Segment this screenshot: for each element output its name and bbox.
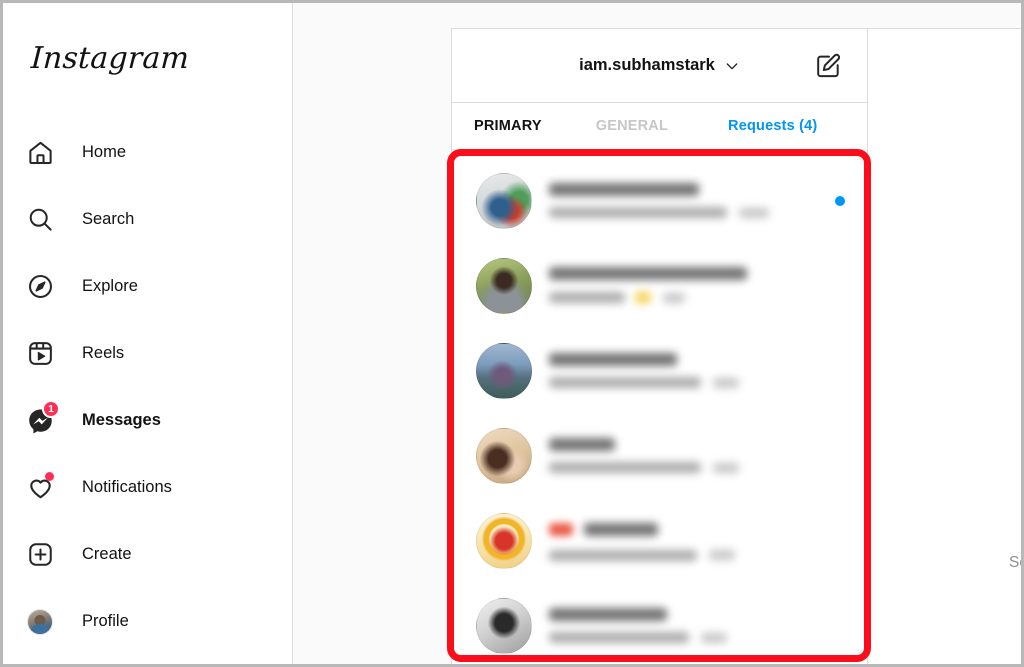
search-icon	[27, 204, 65, 236]
thread-snippet-row	[549, 632, 845, 643]
thread-avatar	[476, 512, 532, 569]
thread-snippet-redacted	[549, 549, 697, 561]
sidebar-item-search[interactable]: Search	[27, 195, 292, 244]
sidebar-nav-list: Home Search Explore Reels 1 Messages Not…	[27, 128, 292, 646]
thread-snippet-row	[549, 377, 845, 388]
thread-list-item[interactable]	[452, 243, 867, 328]
thread-avatar	[476, 427, 532, 484]
thread-name-prefix-redacted	[549, 522, 573, 536]
home-icon	[27, 137, 65, 169]
thread-snippet-row	[549, 462, 845, 473]
instagram-logo[interactable]: Instagram	[30, 41, 293, 76]
avatar	[27, 608, 53, 635]
thread-text	[549, 608, 845, 643]
sidebar-item-notifications[interactable]: Notifications	[27, 463, 292, 512]
thread-text	[549, 353, 845, 388]
thread-avatar	[476, 597, 532, 654]
tab-primary[interactable]: PRIMARY	[474, 118, 542, 134]
chevron-down-icon	[724, 58, 740, 74]
thread-name-redacted	[584, 522, 659, 536]
thread-name-redacted	[549, 267, 747, 280]
main-sidebar: Instagram Home Search Explore Reels 1 Me…	[3, 3, 293, 664]
sidebar-item-home[interactable]: Home	[27, 128, 292, 177]
tab-general[interactable]: GENERAL	[596, 118, 668, 134]
profile-avatar-icon	[27, 606, 65, 638]
thread-snippet-row	[549, 207, 825, 218]
account-name-label: iam.subhamstark	[579, 56, 715, 74]
heart-icon	[27, 471, 65, 504]
thread-snippet-redacted	[549, 292, 625, 303]
thread-emoji-redacted	[635, 291, 651, 304]
sidebar-item-create[interactable]: Create	[27, 530, 292, 579]
notifications-dot-badge	[45, 471, 54, 481]
compose-new-message-icon[interactable]	[814, 52, 842, 80]
thread-avatar	[476, 172, 532, 229]
thread-list[interactable]	[452, 150, 867, 664]
thread-timestamp-redacted	[663, 292, 685, 303]
thread-timestamp-redacted	[709, 550, 735, 560]
thread-list-item[interactable]	[452, 498, 867, 583]
thread-text	[549, 267, 845, 304]
sidebar-item-messages[interactable]: 1 Messages	[27, 396, 292, 445]
sidebar-item-reels[interactable]: Reels	[27, 329, 292, 378]
messages-unread-badge: 1	[42, 399, 60, 418]
thread-snippet-redacted	[549, 207, 727, 218]
inbox-header: iam.subhamstark	[452, 29, 867, 103]
thread-snippet-redacted	[549, 632, 689, 643]
thread-list-item[interactable]	[452, 583, 867, 664]
thread-name-redacted	[549, 183, 699, 196]
conversation-pane: Ser	[868, 28, 1021, 664]
sidebar-label-profile: Profile	[82, 612, 129, 631]
reels-icon	[27, 338, 65, 370]
thread-snippet-row	[549, 549, 845, 561]
unread-indicator-dot	[835, 195, 845, 206]
thread-avatar	[476, 257, 532, 314]
thread-list-item[interactable]	[452, 328, 867, 413]
thread-text	[549, 438, 845, 473]
sidebar-label-reels: Reels	[82, 344, 125, 363]
thread-list-item[interactable]	[452, 158, 867, 243]
messenger-icon: 1	[27, 399, 65, 437]
thread-timestamp-redacted	[701, 632, 727, 643]
thread-text	[549, 183, 825, 218]
thread-snippet-row	[549, 291, 845, 304]
thread-snippet-redacted	[549, 377, 701, 388]
account-switcher-button[interactable]: iam.subhamstark	[579, 56, 740, 75]
messages-inbox-panel: iam.subhamstark PRIMARY GENERAL Requests…	[451, 28, 868, 664]
thread-timestamp-redacted	[713, 462, 739, 473]
thread-text	[549, 521, 845, 561]
sidebar-label-create: Create	[82, 545, 132, 564]
sidebar-item-profile[interactable]: Profile	[27, 597, 292, 646]
thread-timestamp-redacted	[739, 207, 769, 218]
sidebar-item-explore[interactable]: Explore	[27, 262, 292, 311]
compass-icon	[27, 271, 65, 303]
sidebar-label-explore: Explore	[82, 277, 138, 296]
sidebar-label-home: Home	[82, 143, 127, 162]
thread-name-redacted	[549, 608, 667, 621]
inbox-tabs: PRIMARY GENERAL Requests (4)	[452, 103, 867, 150]
sidebar-label-messages: Messages	[82, 411, 161, 430]
instagram-web-screenshot: Instagram Home Search Explore Reels 1 Me…	[0, 0, 1024, 667]
sidebar-label-search: Search	[82, 210, 135, 229]
tab-requests[interactable]: Requests (4)	[728, 118, 817, 134]
thread-name-redacted	[549, 438, 615, 451]
thread-timestamp-redacted	[713, 377, 739, 388]
thread-avatar	[476, 342, 532, 399]
conversation-pane-partial-text: Ser	[1009, 554, 1021, 571]
thread-list-item[interactable]	[452, 413, 867, 498]
sidebar-label-notifications: Notifications	[82, 478, 172, 497]
thread-name-redacted	[549, 353, 677, 366]
plus-square-icon	[27, 539, 65, 571]
thread-snippet-redacted	[549, 462, 701, 473]
